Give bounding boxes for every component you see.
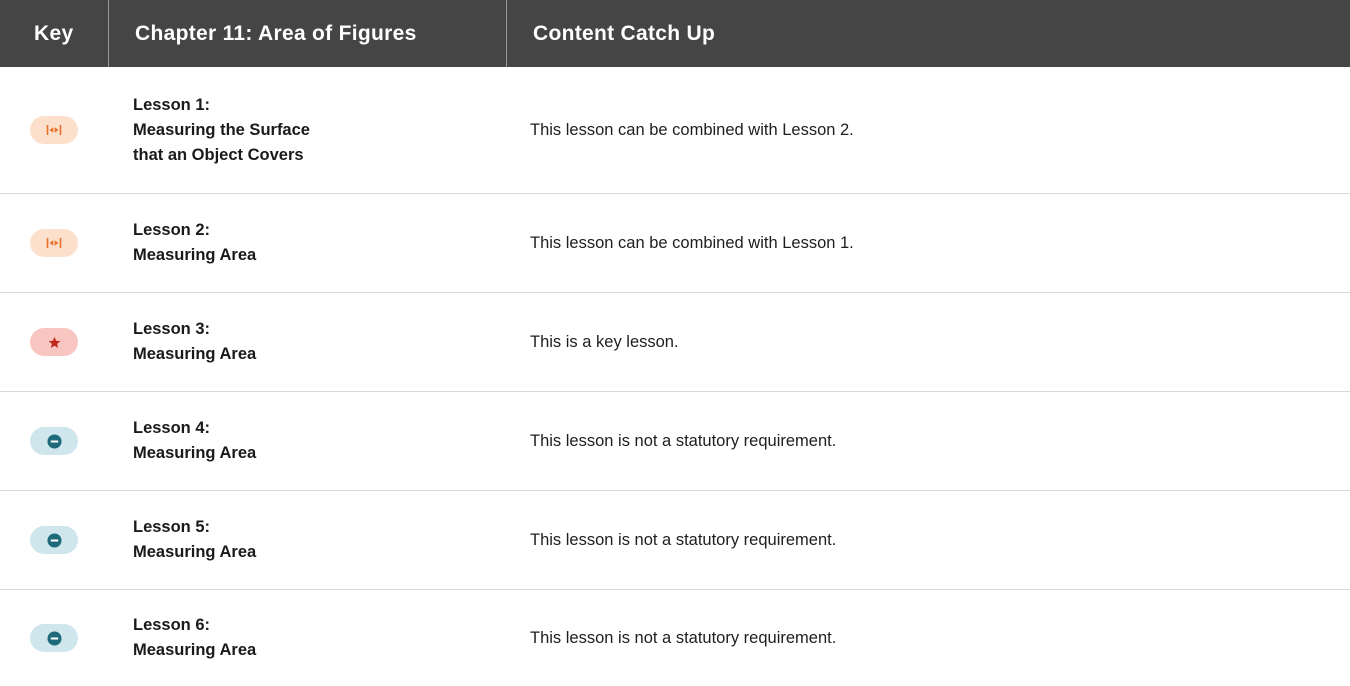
key-cell: [0, 67, 109, 193]
star-icon: [48, 336, 60, 348]
key-cell: [0, 392, 109, 490]
catch-up-text: This lesson can be combined with Lesson …: [530, 120, 854, 139]
lesson-title: Lesson 2: Measuring Area: [133, 218, 256, 268]
table-row: Lesson 6: Measuring Area This lesson is …: [0, 590, 1350, 686]
key-cell: [0, 293, 109, 391]
catch-up-text: This lesson can be combined with Lesson …: [530, 233, 854, 252]
lesson-cell: Lesson 1: Measuring the Surface that an …: [109, 67, 507, 193]
non-statutory-badge: [30, 624, 78, 652]
lesson-cell: Lesson 4: Measuring Area: [109, 392, 507, 490]
non-statutory-badge: [30, 427, 78, 455]
lesson-name-line: Measuring Area: [133, 543, 257, 561]
lesson-cell: Lesson 6: Measuring Area: [109, 590, 507, 686]
catch-up-text: This lesson is not a statutory requireme…: [530, 431, 837, 450]
table-row: Lesson 5: Measuring Area This lesson is …: [0, 491, 1350, 590]
header-key: Key: [0, 0, 109, 67]
header-content-catch-up: Content Catch Up: [533, 21, 716, 45]
lesson-number: Lesson 4:: [133, 419, 211, 437]
lesson-cell: Lesson 5: Measuring Area: [109, 491, 507, 589]
minus-circle-icon: [46, 433, 62, 449]
lesson-name-line: Measuring Area: [133, 345, 257, 363]
lesson-number: Lesson 6:: [133, 616, 211, 634]
lesson-title: Lesson 5: Measuring Area: [133, 515, 256, 565]
minus-circle-icon: [46, 630, 62, 646]
lesson-name-line: Measuring the Surface: [133, 120, 310, 139]
table-row: Lesson 1: Measuring the Surface that an …: [0, 67, 1350, 194]
catch-up-text: This lesson is not a statutory requireme…: [530, 530, 837, 549]
key-cell: [0, 590, 109, 686]
lesson-name-line: that an Object Covers: [133, 145, 304, 164]
lesson-number: Lesson 1:: [133, 95, 211, 114]
lesson-title: Lesson 3: Measuring Area: [133, 317, 256, 367]
lesson-number: Lesson 5:: [133, 518, 211, 536]
table-header: Key Chapter 11: Area of Figures Content …: [0, 0, 1350, 67]
key-lesson-badge: [30, 328, 78, 356]
table-row: Lesson 4: Measuring Area This lesson is …: [0, 392, 1350, 491]
table-row: Lesson 3: Measuring Area This is a key l…: [0, 293, 1350, 392]
lesson-number: Lesson 3:: [133, 320, 211, 338]
lesson-title: Lesson 6: Measuring Area: [133, 613, 256, 663]
key-cell: [0, 194, 109, 292]
minus-circle-icon: [46, 532, 62, 548]
lesson-title: Lesson 1: Measuring the Surface that an …: [133, 93, 310, 168]
combine-badge: [30, 229, 78, 257]
lesson-cell: Lesson 2: Measuring Area: [109, 194, 507, 292]
table-row: Lesson 2: Measuring Area This lesson can…: [0, 194, 1350, 293]
lesson-name-line: Measuring Area: [133, 444, 257, 462]
catch-up-text: This lesson is not a statutory requireme…: [530, 628, 837, 647]
catch-up-text: This is a key lesson.: [530, 332, 679, 351]
lesson-number: Lesson 2:: [133, 221, 211, 239]
combine-arrows-icon: [46, 125, 62, 135]
lesson-name-line: Measuring Area: [133, 246, 257, 264]
lesson-cell: Lesson 3: Measuring Area: [109, 293, 507, 391]
catch-up-table: Key Chapter 11: Area of Figures Content …: [0, 0, 1350, 686]
lesson-name-line: Measuring Area: [133, 641, 257, 659]
header-chapter: Chapter 11: Area of Figures: [109, 0, 507, 67]
combine-badge: [30, 116, 78, 144]
lesson-title: Lesson 4: Measuring Area: [133, 416, 256, 466]
combine-arrows-icon: [46, 238, 62, 248]
non-statutory-badge: [30, 526, 78, 554]
key-cell: [0, 491, 109, 589]
